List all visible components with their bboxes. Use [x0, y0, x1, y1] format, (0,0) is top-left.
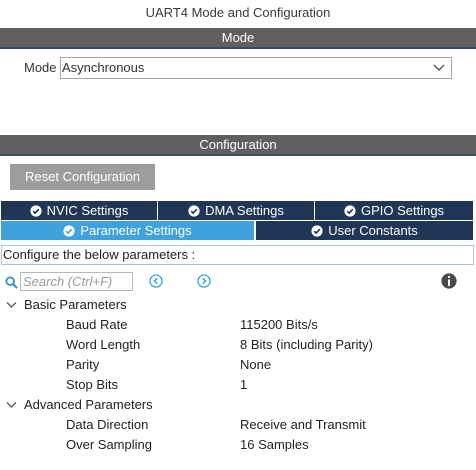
tab-label: NVIC Settings — [46, 203, 129, 218]
configuration-section-header: Configuration — [0, 135, 476, 156]
parameter-value: 8 Bits (including Parity) — [240, 337, 373, 352]
tab-label: DMA Settings — [205, 203, 284, 218]
tab-label: User Constants — [328, 223, 418, 238]
parameter-name: Stop Bits — [66, 377, 119, 392]
tab-gpio-settings[interactable]: GPIO Settings — [315, 201, 473, 220]
group-label: Basic Parameters — [24, 297, 127, 312]
search-input[interactable] — [20, 272, 133, 291]
tab-dma-settings[interactable]: DMA Settings — [158, 201, 314, 220]
mode-label: Mode — [24, 60, 57, 75]
parameter-value: Receive and Transmit — [240, 417, 366, 432]
chevron-down-icon — [6, 402, 17, 408]
parameter-name: Word Length — [66, 337, 141, 352]
check-circle-icon — [30, 204, 42, 217]
chevron-down-icon — [433, 64, 445, 71]
tab-nvic-settings[interactable]: NVIC Settings — [1, 201, 157, 220]
parameter-row[interactable]: Over Sampling 16 Samples — [0, 435, 476, 455]
check-circle-icon — [188, 204, 200, 217]
mode-section-header: Mode — [0, 28, 476, 49]
parameter-row[interactable]: Data Direction Receive and Transmit — [0, 415, 476, 435]
next-match-button[interactable] — [197, 274, 211, 288]
chevron-down-icon — [6, 302, 17, 308]
configuration-section-title: Configuration — [199, 137, 277, 152]
parameter-name: Parity — [66, 357, 100, 372]
window-title: UART4 Mode and Configuration — [145, 5, 331, 20]
tab-label: GPIO Settings — [360, 203, 445, 218]
parameter-row[interactable]: Parity None — [0, 355, 476, 375]
check-circle-icon — [63, 224, 75, 237]
parameter-name: Data Direction — [66, 417, 149, 432]
tab-parameter-settings[interactable]: Parameter Settings — [1, 221, 254, 240]
parameter-name: Baud Rate — [66, 317, 128, 332]
mode-section-title: Mode — [221, 30, 255, 45]
configuration-section-divider — [0, 154, 476, 156]
parameter-value: 115200 Bits/s — [240, 317, 318, 332]
parameter-value: None — [240, 357, 272, 372]
parameter-name: Over Sampling — [66, 437, 152, 452]
mode-select-value: Asynchronous — [62, 60, 145, 75]
mode-section-divider — [0, 47, 476, 49]
parameter-value: 1 — [240, 377, 248, 392]
reset-configuration-button[interactable]: Reset Configuration — [10, 164, 155, 190]
configure-description: Configure the below parameters : — [1, 245, 474, 265]
tab-user-constants[interactable]: User Constants — [256, 221, 473, 240]
parameter-row[interactable]: Word Length 8 Bits (including Parity) — [0, 335, 476, 355]
group-header-basic-parameters[interactable]: Basic Parameters — [0, 295, 476, 315]
group-header-advanced-parameters[interactable]: Advanced Parameters — [0, 395, 476, 415]
parameter-row[interactable]: Baud Rate 115200 Bits/s — [0, 315, 476, 335]
mode-select[interactable]: Asynchronous — [60, 57, 452, 79]
search-icon — [5, 276, 18, 289]
check-circle-icon — [344, 204, 356, 217]
group-label: Advanced Parameters — [24, 397, 153, 412]
parameter-row[interactable]: Stop Bits 1 — [0, 375, 476, 395]
check-circle-icon — [311, 224, 323, 237]
parameter-value: 16 Samples — [240, 437, 309, 452]
info-icon[interactable] — [441, 273, 457, 289]
previous-match-button[interactable] — [149, 274, 163, 288]
tab-label: Parameter Settings — [80, 223, 192, 238]
